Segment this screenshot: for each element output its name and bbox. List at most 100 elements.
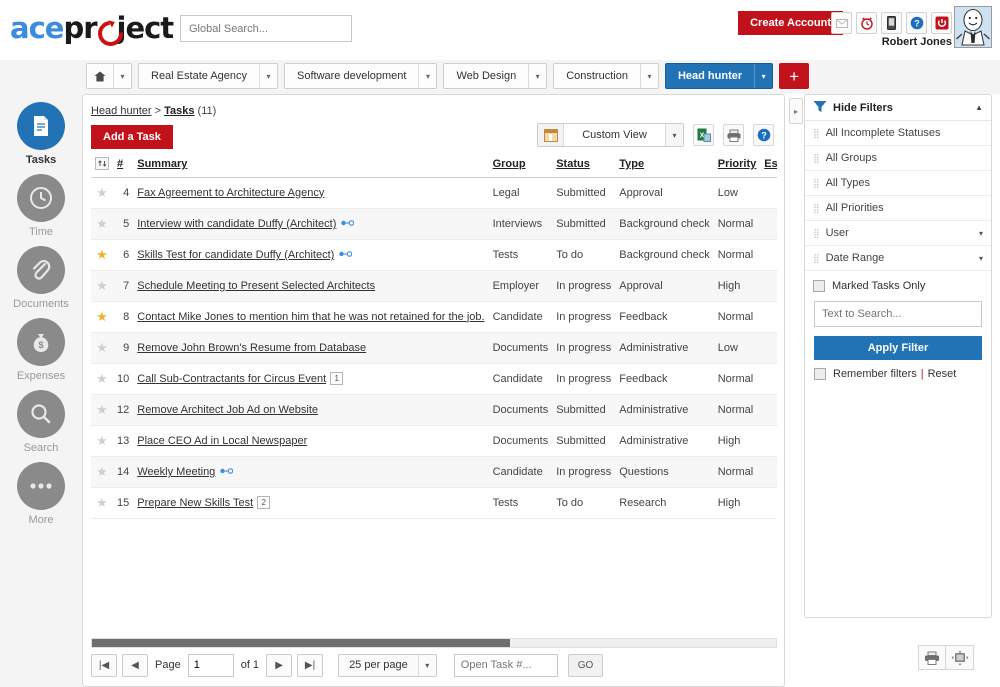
task-summary-link[interactable]: Interview with candidate Duffy (Architec… [137, 218, 336, 230]
linked-task-icon[interactable] [339, 248, 352, 260]
horizontal-scrollbar[interactable] [91, 638, 777, 648]
tab-web-design[interactable]: Web Design ▾ [443, 63, 547, 89]
mobile-icon[interactable] [881, 12, 902, 34]
star-icon[interactable]: ★ [96, 247, 108, 262]
sidebar-item-more[interactable]: More [0, 454, 82, 526]
chevron-down-icon[interactable]: ▾ [979, 254, 983, 263]
drag-handle-icon[interactable]: ⣿ [813, 229, 819, 238]
table-row[interactable]: ★10Call Sub-Contractants for Circus Even… [91, 363, 777, 394]
task-summary-link[interactable]: Contact Mike Jones to mention him that h… [137, 311, 484, 323]
tab-home-chevron-down-icon[interactable]: ▾ [113, 64, 131, 88]
table-row[interactable]: ★14Weekly MeetingCandidateIn progressQue… [91, 456, 777, 487]
help-icon[interactable]: ? [906, 12, 927, 34]
mark-task-star[interactable]: ★ [91, 363, 113, 394]
table-row[interactable]: ★8Contact Mike Jones to mention him that… [91, 301, 777, 332]
add-task-button[interactable]: Add a Task [91, 125, 173, 149]
table-row[interactable]: ★4Fax Agreement to Architecture AgencyLe… [91, 177, 777, 208]
star-icon[interactable]: ★ [96, 309, 108, 324]
last-page-button[interactable]: ▶| [297, 654, 323, 677]
mail-icon[interactable] [831, 12, 852, 34]
star-icon[interactable]: ★ [96, 402, 108, 417]
star-icon[interactable]: ★ [96, 433, 108, 448]
go-button[interactable]: GO [568, 654, 604, 677]
filter-row-date-range[interactable]: ⣿ Date Range ▾ [805, 246, 991, 271]
sidebar-item-search[interactable]: Search [0, 382, 82, 454]
aceproject-logo[interactable]: aceprject [10, 11, 173, 45]
filter-row-all-incomplete-statuses[interactable]: ⣿ All Incomplete Statuses [805, 121, 991, 146]
attachment-count-badge[interactable]: 2 [257, 496, 270, 509]
remember-filters-checkbox[interactable] [814, 368, 826, 380]
col-header-number[interactable]: # [113, 153, 133, 177]
drag-handle-icon[interactable]: ⣿ [813, 254, 819, 263]
help-icon[interactable]: ? [753, 124, 774, 146]
star-icon[interactable]: ★ [96, 185, 108, 200]
task-summary-link[interactable]: Fax Agreement to Architecture Agency [137, 187, 324, 199]
star-icon[interactable]: ★ [96, 464, 108, 479]
mark-task-star[interactable]: ★ [91, 394, 113, 425]
star-icon[interactable]: ★ [96, 371, 108, 386]
checkbox-icon[interactable] [813, 280, 825, 292]
task-summary-link[interactable]: Place CEO Ad in Local Newspaper [137, 435, 307, 447]
avatar[interactable] [954, 6, 992, 48]
apply-filter-button[interactable]: Apply Filter [814, 336, 982, 360]
mark-task-star[interactable]: ★ [91, 208, 113, 239]
mark-task-star[interactable]: ★ [91, 239, 113, 270]
star-icon[interactable]: ★ [96, 495, 108, 510]
scrollbar-thumb[interactable] [92, 639, 510, 647]
add-project-button[interactable]: + [779, 63, 809, 89]
tab-head-hunter[interactable]: Head hunter ▾ [665, 63, 773, 89]
col-header-priority[interactable]: Priority [714, 153, 761, 177]
task-summary-link[interactable]: Remove Architect Job Ad on Website [137, 404, 318, 416]
filter-row-all-priorities[interactable]: ⣿ All Priorities [805, 196, 991, 221]
task-summary-link[interactable]: Skills Test for candidate Duffy (Archite… [137, 249, 334, 261]
remember-filters-label[interactable]: Remember filters [833, 368, 917, 380]
linked-task-icon[interactable] [220, 465, 233, 477]
mark-task-star[interactable]: ★ [91, 456, 113, 487]
sort-toggle-icon[interactable] [95, 157, 109, 170]
chevron-up-icon[interactable]: ▲ [975, 103, 983, 112]
chevron-down-icon[interactable]: ▾ [259, 64, 277, 88]
collapse-filters-panel-button[interactable]: ▸ [789, 98, 803, 124]
drag-handle-icon[interactable]: ⣿ [813, 154, 819, 163]
reset-filters-link[interactable]: Reset [928, 368, 957, 380]
sidebar-item-expenses[interactable]: $ Expenses [0, 310, 82, 382]
sidebar-item-time[interactable]: Time [0, 166, 82, 238]
chevron-down-icon[interactable]: ▾ [754, 64, 772, 88]
col-header-summary[interactable]: Summary [133, 153, 488, 177]
first-page-button[interactable]: |◀ [91, 654, 117, 677]
drag-handle-icon[interactable]: ⣿ [813, 129, 819, 138]
col-header-group[interactable]: Group [489, 153, 553, 177]
mark-task-star[interactable]: ★ [91, 177, 113, 208]
custom-view-selector[interactable]: Custom View ▾ [537, 123, 684, 147]
create-account-button[interactable]: Create Account [738, 11, 843, 35]
star-icon[interactable]: ★ [96, 216, 108, 231]
chevron-down-icon[interactable]: ▾ [418, 655, 436, 676]
filter-row-all-types[interactable]: ⣿ All Types [805, 171, 991, 196]
col-header-type[interactable]: Type [615, 153, 714, 177]
table-row[interactable]: ★6Skills Test for candidate Duffy (Archi… [91, 239, 777, 270]
table-row[interactable]: ★13Place CEO Ad in Local NewspaperDocume… [91, 425, 777, 456]
table-row[interactable]: ★15Prepare New Skills Test2TestsTo doRes… [91, 487, 777, 518]
tab-software-development[interactable]: Software development ▾ [284, 63, 437, 89]
task-summary-link[interactable]: Schedule Meeting to Present Selected Arc… [137, 280, 375, 292]
star-icon[interactable]: ★ [96, 278, 108, 293]
filter-row-user[interactable]: ⣿ User ▾ [805, 221, 991, 246]
print-icon[interactable] [723, 124, 744, 146]
sidebar-item-tasks[interactable]: Tasks [0, 94, 82, 166]
print-icon[interactable] [918, 645, 946, 670]
filter-search-input[interactable] [814, 301, 982, 327]
prev-page-button[interactable]: ◀ [122, 654, 148, 677]
table-row[interactable]: ★12Remove Architect Job Ad on WebsiteDoc… [91, 394, 777, 425]
col-header-estimated-hours[interactable]: Estimated Hours [760, 153, 777, 177]
table-row[interactable]: ★5Interview with candidate Duffy (Archit… [91, 208, 777, 239]
global-search-input[interactable] [180, 15, 352, 42]
per-page-selector[interactable]: 25 per page ▾ [338, 654, 437, 677]
export-excel-icon[interactable]: X [693, 124, 714, 146]
marked-tasks-only-checkbox[interactable]: Marked Tasks Only [805, 271, 991, 301]
chevron-down-icon[interactable]: ▾ [979, 229, 983, 238]
chevron-down-icon[interactable]: ▾ [640, 64, 658, 88]
task-summary-link[interactable]: Remove John Brown's Resume from Database [137, 342, 366, 354]
mark-task-star[interactable]: ★ [91, 270, 113, 301]
star-icon[interactable]: ★ [96, 340, 108, 355]
mark-task-star[interactable]: ★ [91, 301, 113, 332]
